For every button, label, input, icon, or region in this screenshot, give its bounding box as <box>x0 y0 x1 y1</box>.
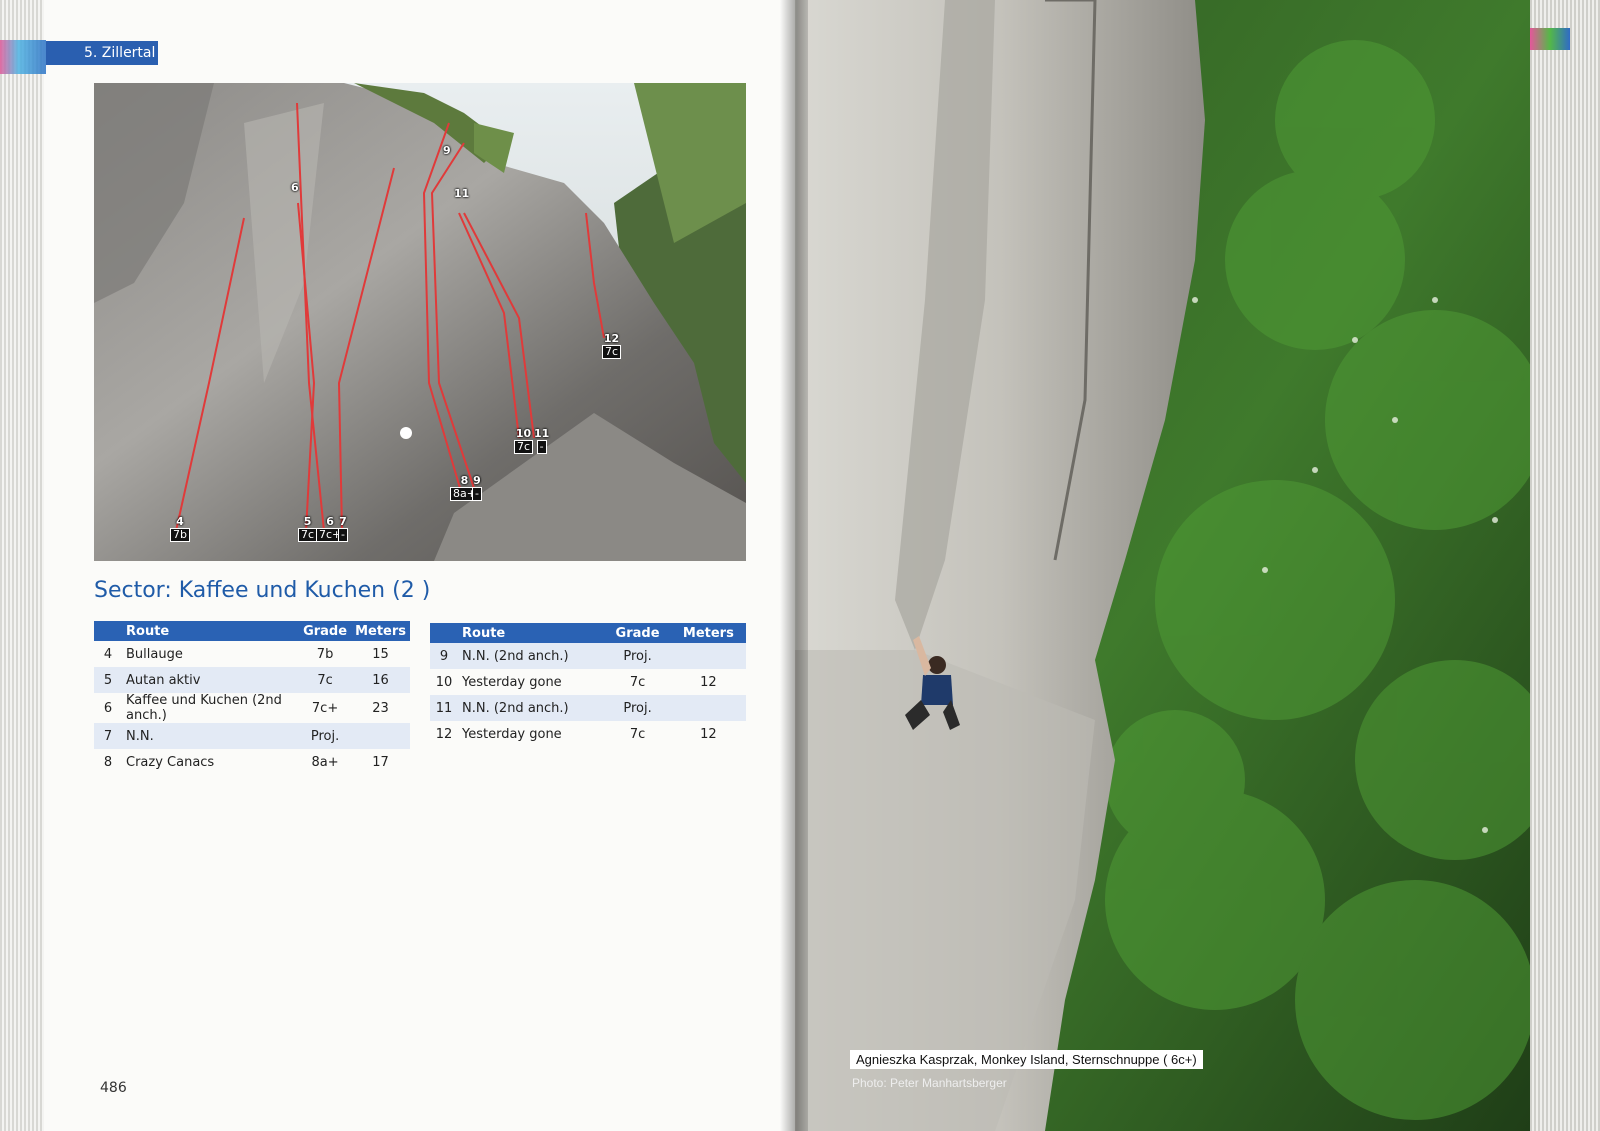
climbing-photo: Agnieszka Kasprzak, Monkey Island, Stern… <box>795 0 1530 1131</box>
topo-photo: 4 7b 5 7c 6 7c+ 7- 8 8a+ 9- 10 7c 11- 12 7c 6 … <box>94 83 746 561</box>
route-marker: 11- <box>534 427 550 454</box>
rock-wall-image <box>94 83 746 561</box>
route-marker: 4 7b <box>170 516 190 542</box>
page-edge-right <box>1530 0 1600 1131</box>
table-row: 10 Yesterday gone 7c 12 <box>435 674 717 690</box>
page-number: 486 <box>100 1080 127 1096</box>
table-header: Route Grade Meters <box>94 621 410 641</box>
climber-photo-image <box>795 0 1530 1131</box>
chapter-edge-marker <box>1530 28 1570 50</box>
route-marker: 7- <box>338 515 348 542</box>
photo-credit: Photo: Peter Manhartsberger <box>852 1076 1007 1090</box>
route-marker: 5 7c <box>298 516 318 542</box>
table-row: 4 Bullauge 7b 15 <box>103 646 389 662</box>
col-grade: Grade <box>299 621 352 641</box>
route-end-marker: 11 <box>454 187 470 200</box>
route-marker: 9- <box>472 474 482 501</box>
table-row: 5 Autan aktiv 7c 16 <box>94 667 410 693</box>
col-route: Route <box>122 621 300 641</box>
col-meters: Meters <box>670 623 746 643</box>
book-gutter <box>780 0 808 1131</box>
routes-table-2: Route Grade Meters 9 N.N. (2nd anch.) Proj… <box>430 623 746 747</box>
chapter-edge-marker <box>0 40 46 74</box>
sector-title: Sector: Kaffee und Kuchen (2 ) <box>94 578 431 603</box>
route-end-marker: 6 <box>291 181 299 194</box>
table-row: 9 N.N. (2nd anch.) Proj. <box>430 643 746 669</box>
route-marker: 10 7c <box>514 427 534 454</box>
photo-caption: Agnieszka Kasprzak, Monkey Island, Stern… <box>850 1050 1203 1069</box>
col-grade: Grade <box>604 623 671 643</box>
col-route: Route <box>458 623 605 643</box>
table-row: 12 Yesterday gone 7c 12 <box>435 726 717 742</box>
chapter-tab: 5. Zillertal <box>46 41 158 65</box>
table-row: 7 N.N. Proj. <box>94 723 410 749</box>
table-header: Route Grade Meters <box>430 623 746 643</box>
left-page: 5. Zillertal 4 7b 5 7c 6 7c+ 7 - 8 8a+ 9… <box>0 0 795 1131</box>
table-row: 11 N.N. (2nd anch.) Proj. <box>430 695 746 721</box>
routes-table-1: Route Grade Meters 4 Bullauge 7b 15 5 Autan … <box>94 621 410 775</box>
col-meters: Meters <box>351 621 410 641</box>
table-row: 8 Crazy Canacs 8a+ 17 <box>103 754 389 770</box>
route-marker: 12 7c <box>602 332 622 359</box>
route-end-marker: 9 <box>443 144 451 157</box>
table-row: 6 Kaffee und Kuchen (2nd anch.) 7c+ 23 <box>103 693 389 723</box>
page-edge <box>0 0 44 1131</box>
